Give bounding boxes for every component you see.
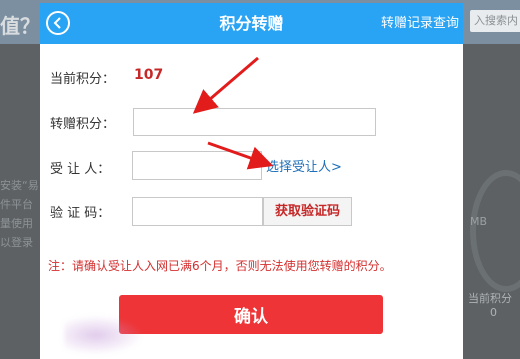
transfer-points-input[interactable] [133, 108, 376, 136]
confirm-button[interactable]: 确认 [119, 295, 383, 334]
verification-code-label: 验 证 码： [50, 206, 111, 221]
transfer-points-label: 转赠积分： [50, 117, 116, 132]
background-title: 值？ [0, 14, 40, 38]
verification-code-input[interactable] [132, 197, 263, 226]
dialog-header: 积分转赠 转赠记录查询 [40, 3, 463, 44]
current-points-label: 当前积分： [50, 72, 116, 87]
background-text: 安装“易 [0, 179, 39, 192]
background-search-input: 入搜索内 [470, 10, 520, 32]
background-stat-value: 0 [490, 306, 497, 319]
recipient-label: 受 让 人： [50, 162, 111, 177]
back-button[interactable] [46, 11, 70, 35]
get-code-button[interactable]: 获取验证码 [263, 197, 352, 226]
current-points-value: 107 [134, 67, 164, 83]
select-recipient-link[interactable]: 选择受让人> [266, 156, 342, 175]
background-text: 以登录 [0, 236, 33, 249]
watermark [64, 315, 144, 355]
background-unit: MB [470, 215, 488, 228]
background-stat-label: 当前积分 [468, 292, 512, 305]
recipient-input[interactable] [132, 151, 262, 180]
background-text: 量使用 [0, 217, 33, 230]
background-text: 件平台 [0, 198, 33, 211]
notice-text: 注：请确认受让人入网已满6个月，否则无法使用您转赠的积分。 [48, 259, 392, 273]
chevron-left-icon [53, 17, 61, 29]
transfer-history-link[interactable]: 转赠记录查询 [381, 3, 459, 44]
points-transfer-dialog: 积分转赠 转赠记录查询 当前积分： 107 转赠积分： 受 让 人： 选择受让人… [40, 3, 463, 359]
